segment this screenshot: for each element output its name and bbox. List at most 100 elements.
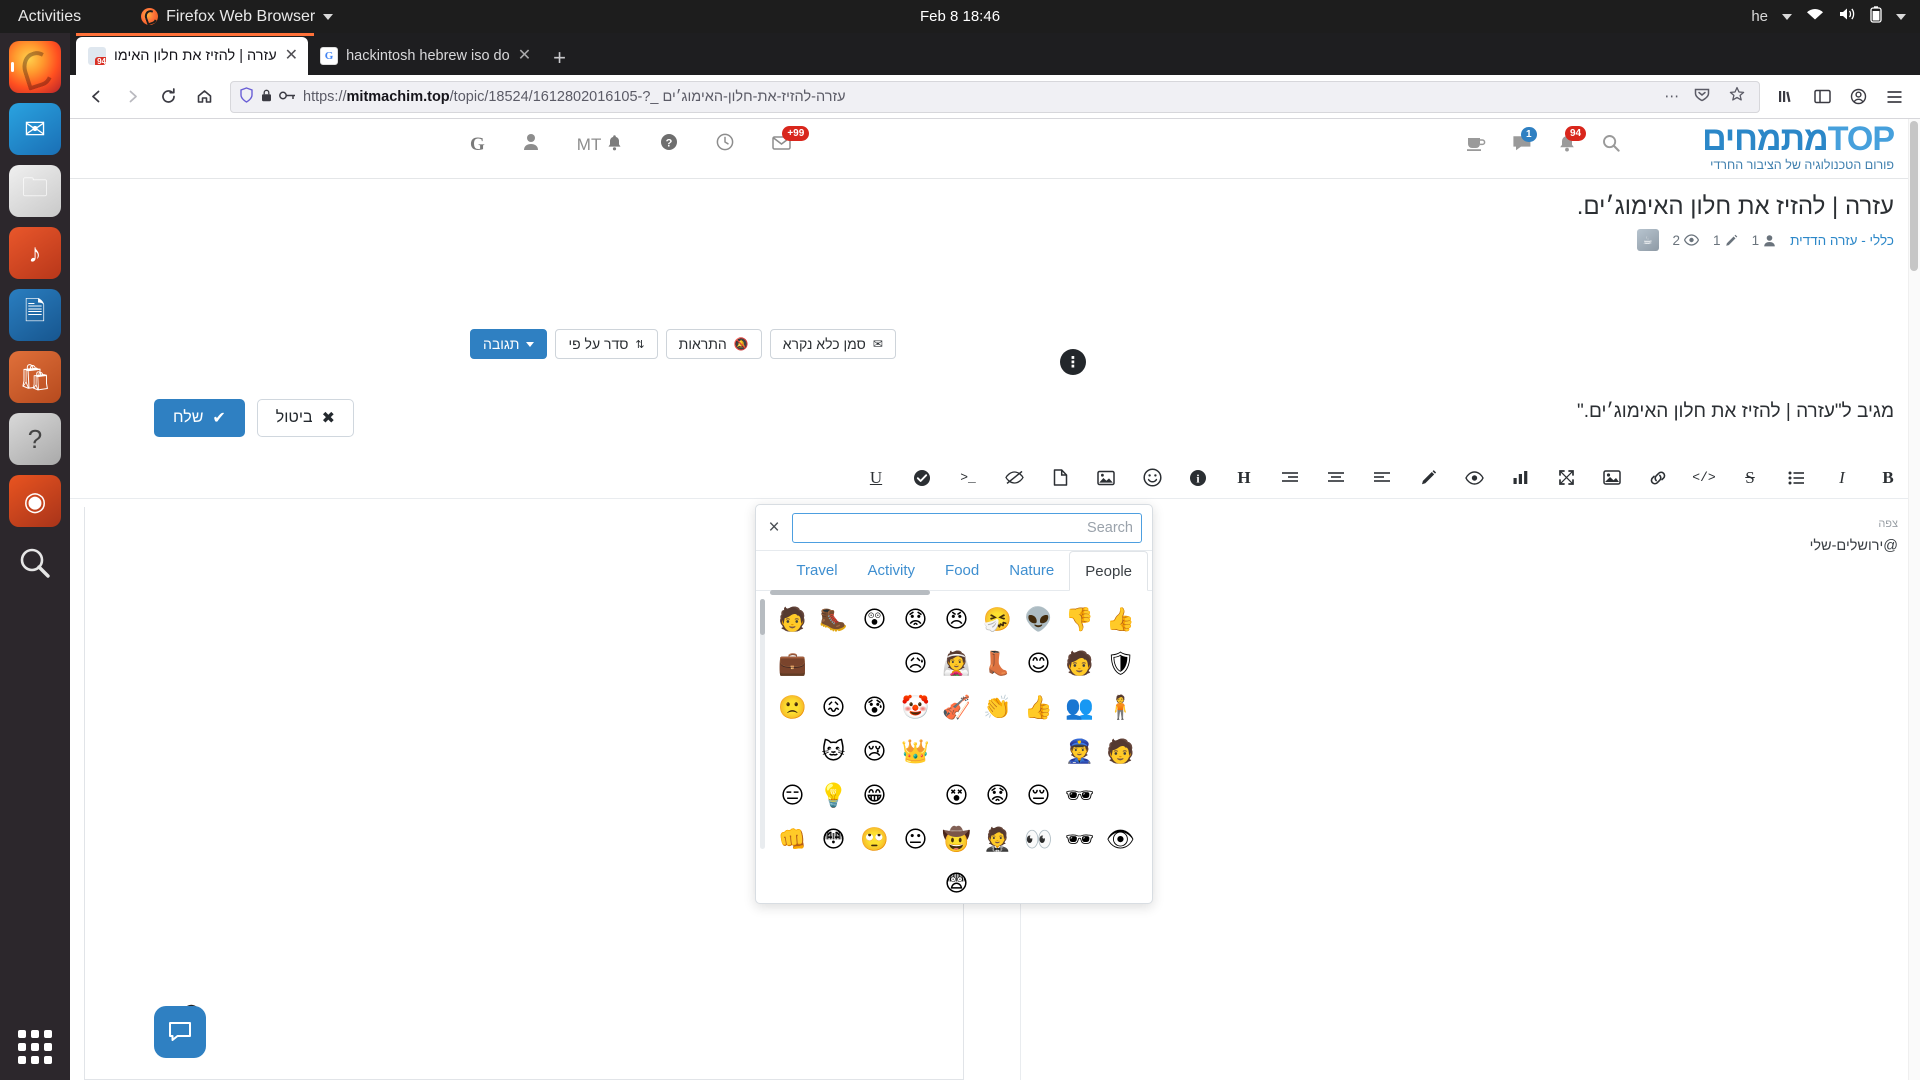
terminal-icon[interactable]: >_ <box>958 467 978 489</box>
browser-tab-active[interactable]: 94 עזרה | להזיז את חלון האימו ✕ <box>76 37 309 75</box>
back-button[interactable] <box>80 81 112 113</box>
emoji-cell[interactable]: 😥 <box>895 643 936 683</box>
emoji-cell[interactable]: 😊 <box>1018 643 1059 683</box>
library-icon[interactable] <box>1770 81 1802 113</box>
spoiler-eye-icon[interactable] <box>1004 467 1024 489</box>
tab-food[interactable]: Food <box>930 551 994 590</box>
emoji-cell[interactable]: 💼 <box>772 643 813 683</box>
emoji-cell[interactable]: 🧍 <box>1100 687 1141 727</box>
show-applications-button[interactable] <box>18 1030 52 1064</box>
cancel-button[interactable]: ✖ ביטול <box>256 399 354 437</box>
emoji-cell[interactable]: 😖 <box>813 687 854 727</box>
emoji-grid-scrollbar[interactable] <box>760 599 765 849</box>
emoji-cell[interactable]: 🤠 <box>936 819 977 859</box>
emoji-cell[interactable]: 👽 <box>1018 599 1059 639</box>
emoji-cell[interactable]: 🛡 <box>1100 643 1141 683</box>
page-scrollbar[interactable] <box>1908 119 1920 1080</box>
mark-unread-button[interactable]: ✉ סמן כלא נקרא <box>769 329 896 359</box>
emoji-cell[interactable]: 👁 <box>1100 819 1141 859</box>
emoji-cell[interactable]: 🎻 <box>936 687 977 727</box>
inbox-icon[interactable]: +99 <box>772 125 810 156</box>
preview-eye-icon[interactable] <box>1464 467 1484 489</box>
chat-icon[interactable]: 1 <box>1512 126 1537 157</box>
app-menu[interactable]: Firefox Web Browser <box>141 8 334 26</box>
signature-user[interactable]: @ירושלים-שלי <box>1810 534 1898 559</box>
scrollbar-thumb[interactable] <box>1910 121 1918 271</box>
close-icon[interactable]: ✕ <box>285 48 298 64</box>
sort-by-button[interactable]: ⇅ סדר על פי <box>555 329 658 359</box>
shield-icon[interactable] <box>239 87 254 106</box>
emoji-cell[interactable]: 👢 <box>977 643 1018 683</box>
coffee-icon[interactable] <box>1466 134 1486 157</box>
emoji-cell[interactable]: 👮 <box>1059 731 1100 771</box>
emoji-cell[interactable]: 💡 <box>813 775 854 815</box>
emoji-cell[interactable]: 🕶 <box>1059 775 1100 815</box>
emoji-cell[interactable]: 😔 <box>1018 775 1059 815</box>
bold-icon[interactable]: B <box>1878 467 1898 489</box>
heading-icon[interactable]: H <box>1234 467 1254 489</box>
emoji-cell[interactable]: 😁 <box>854 775 895 815</box>
emoji-cell[interactable]: 👰 <box>936 643 977 683</box>
dock-item-about-ubuntu[interactable]: ◉ <box>9 475 61 527</box>
emoji-cell[interactable]: 🙄 <box>854 819 895 859</box>
search-icon[interactable] <box>1602 134 1620 157</box>
fullscreen-icon[interactable] <box>1556 467 1576 489</box>
emoji-cell[interactable]: 😲 <box>854 599 895 639</box>
emoji-cell[interactable]: 😰 <box>854 687 895 727</box>
tab-activity[interactable]: Activity <box>853 551 931 590</box>
avatar[interactable]: ☕ <box>1636 229 1659 251</box>
emoji-cell[interactable]: 🐱 <box>813 731 854 771</box>
system-tray[interactable]: he <box>1751 5 1906 28</box>
info-icon[interactable]: i <box>1188 467 1208 489</box>
emoji-cell[interactable]: 👊 <box>772 819 813 859</box>
dock-item-firefox[interactable] <box>9 41 61 93</box>
emoji-cell[interactable]: 😟 <box>977 775 1018 815</box>
highlight-pen-icon[interactable] <box>1418 467 1438 489</box>
emoji-cell[interactable]: 👎 <box>1059 599 1100 639</box>
reload-button[interactable] <box>152 81 184 113</box>
emoji-cell[interactable]: 🧑 <box>772 599 813 639</box>
image-icon[interactable] <box>1602 467 1622 489</box>
emoji-cell[interactable]: 👍 <box>1100 599 1141 639</box>
align-left-icon[interactable] <box>1372 467 1392 489</box>
dock-item-ubuntu-software[interactable]: 🛍 <box>9 351 61 403</box>
file-icon[interactable] <box>1050 467 1070 489</box>
emoji-cell[interactable]: 😨 <box>936 863 977 903</box>
emoji-cell[interactable]: 😵 <box>936 775 977 815</box>
underline-icon[interactable]: U <box>866 467 886 489</box>
dock-item-libreoffice-writer[interactable]: 🗎 <box>9 289 61 341</box>
tab-travel[interactable]: Travel <box>781 551 852 590</box>
align-right-icon[interactable] <box>1280 467 1300 489</box>
activities-button[interactable]: Activities <box>18 8 81 26</box>
poll-icon[interactable] <box>1510 467 1530 489</box>
account-icon[interactable] <box>1842 81 1874 113</box>
code-icon[interactable]: </> <box>1692 467 1715 489</box>
browser-tab-2[interactable]: G hackintosh hebrew iso do ✕ <box>308 37 541 75</box>
forward-button[interactable] <box>116 81 148 113</box>
user-icon[interactable] <box>523 133 539 156</box>
reply-button[interactable]: תגובה <box>470 329 548 359</box>
dock-item-help[interactable]: ? <box>9 413 61 465</box>
emoji-icon[interactable] <box>1142 467 1162 489</box>
dock-item-rhythmbox[interactable]: ♪ <box>9 227 61 279</box>
keyboard-layout-indicator[interactable]: he <box>1751 8 1768 25</box>
chat-bubble-button[interactable] <box>154 1006 206 1058</box>
emoji-cell[interactable]: 🤡 <box>895 687 936 727</box>
dock-item-files[interactable]: 🗀 <box>9 165 61 217</box>
emoji-cell[interactable]: 🥾 <box>813 599 854 639</box>
align-center-icon[interactable] <box>1326 467 1346 489</box>
send-button[interactable]: ✔ שלח <box>154 399 245 437</box>
google-icon[interactable]: G <box>470 134 485 156</box>
attach-image-icon[interactable] <box>1096 467 1116 489</box>
home-button[interactable] <box>188 81 220 113</box>
emoji-cell[interactable]: 👀 <box>1018 819 1059 859</box>
site-logo[interactable]: TOPמתמחים פורום הטכנולוגיה של הציבור החר… <box>1702 122 1895 172</box>
help-icon[interactable]: ? <box>660 133 678 156</box>
emoji-cell[interactable]: 😐 <box>895 819 936 859</box>
emoji-cell[interactable]: 😳 <box>813 819 854 859</box>
clock-icon[interactable] <box>716 133 734 156</box>
emoji-cell[interactable]: 🧑 <box>1100 731 1141 771</box>
menu-icon[interactable] <box>1878 81 1910 113</box>
emoji-cell[interactable]: 👑 <box>895 731 936 771</box>
tab-nature[interactable]: Nature <box>994 551 1069 590</box>
